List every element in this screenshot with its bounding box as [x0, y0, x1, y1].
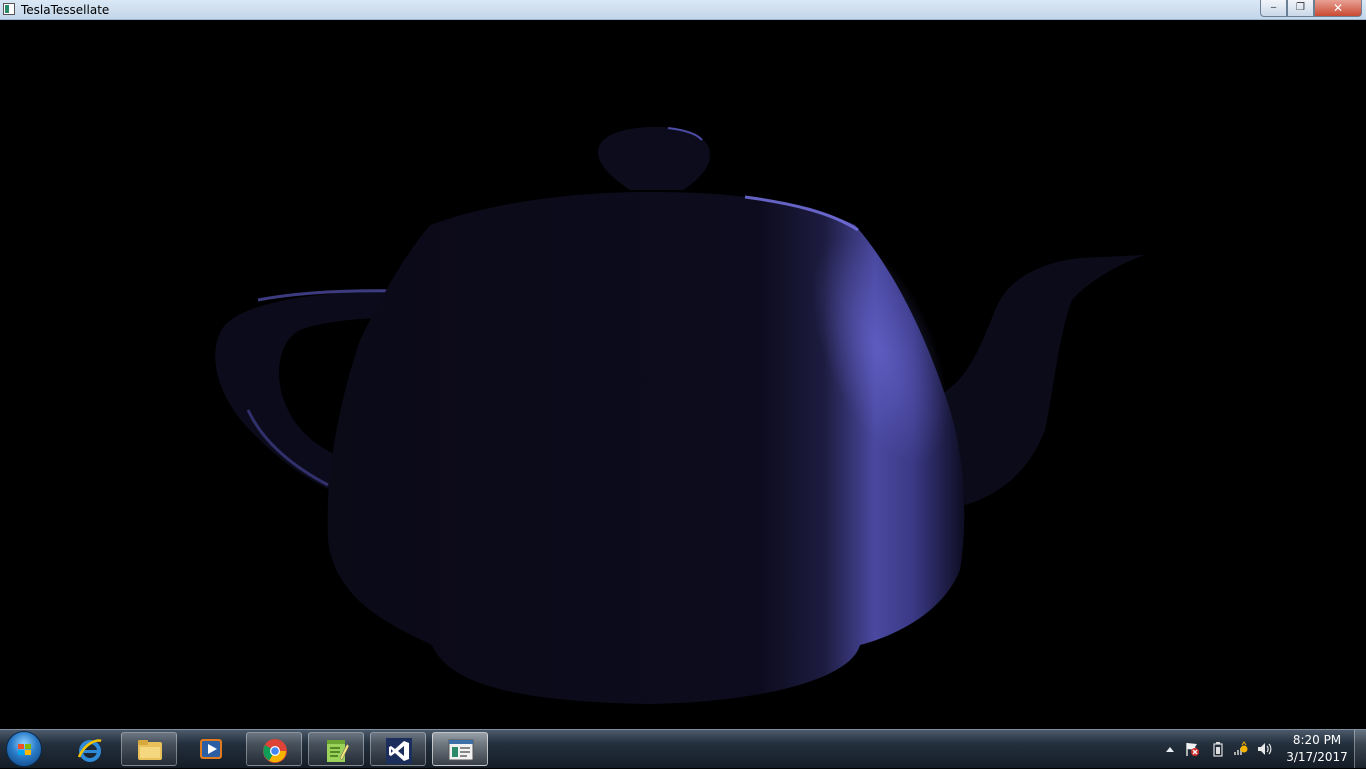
- close-button[interactable]: ✕: [1314, 0, 1362, 17]
- taskbar-notepad-plus-plus[interactable]: [308, 732, 364, 766]
- render-viewport[interactable]: [0, 20, 1366, 729]
- teapot-render: [215, 127, 1144, 704]
- action-center-flag-icon[interactable]: [1184, 741, 1200, 757]
- network-icon[interactable]: [1233, 741, 1249, 757]
- show-desktop-button[interactable]: [1354, 730, 1366, 768]
- clock-time: 8:20 PM: [1292, 733, 1342, 747]
- battery-icon[interactable]: [1210, 741, 1226, 757]
- start-button[interactable]: [6, 731, 42, 767]
- taskbar-file-explorer[interactable]: [121, 732, 177, 766]
- title-bar[interactable]: TeslaTessellate ‒ ❐ ✕: [0, 0, 1366, 20]
- chrome-icon: [263, 739, 287, 763]
- taskbar-internet-explorer[interactable]: [62, 732, 118, 766]
- taskbar-visual-studio[interactable]: [370, 732, 426, 766]
- notepad-plus-plus-icon: [327, 740, 350, 762]
- clock-date: 3/17/2017: [1286, 750, 1348, 764]
- taskbar-clock[interactable]: 8:20 PM 3/17/2017: [1282, 732, 1352, 766]
- taskbar-chrome[interactable]: [246, 732, 302, 766]
- teapot-lid-knob: [598, 127, 710, 190]
- app-window-icon: [448, 739, 474, 761]
- app-icon[interactable]: [3, 3, 15, 15]
- internet-explorer-icon: [77, 739, 102, 762]
- window-title: TeslaTessellate: [21, 3, 110, 17]
- media-player-icon: [200, 739, 222, 759]
- taskbar-media-player[interactable]: [183, 732, 239, 766]
- windows-start-icon: [18, 744, 31, 755]
- visual-studio-icon: [386, 738, 412, 764]
- minimize-button[interactable]: ‒: [1260, 0, 1287, 17]
- taskbar: 8:20 PM 3/17/2017: [0, 729, 1366, 768]
- file-explorer-icon: [138, 740, 162, 760]
- app-window: TeslaTessellate ‒ ❐ ✕: [0, 0, 1366, 729]
- teapot-spout: [940, 255, 1144, 505]
- maximize-button[interactable]: ❐: [1287, 0, 1314, 17]
- volume-icon[interactable]: [1256, 741, 1272, 757]
- show-hidden-icons-icon[interactable]: [1162, 741, 1178, 757]
- taskbar-app-window[interactable]: [432, 732, 488, 766]
